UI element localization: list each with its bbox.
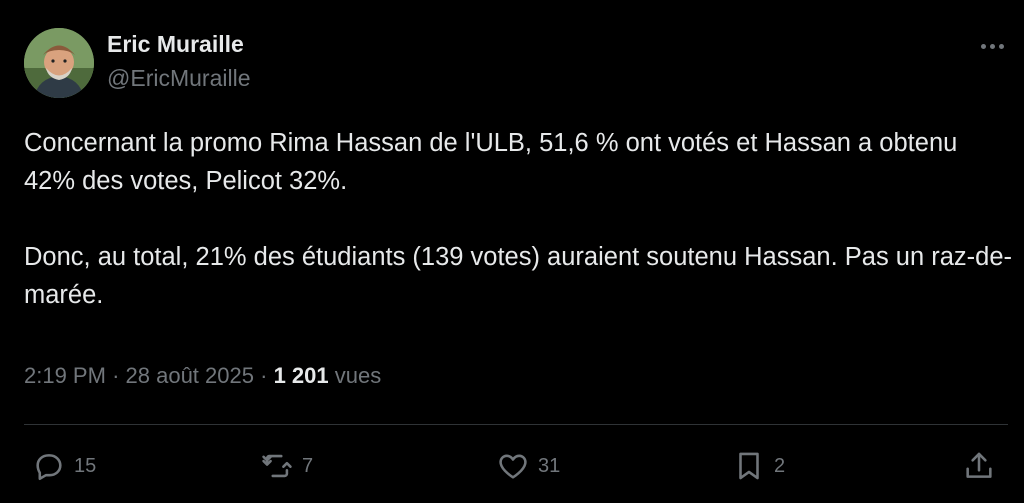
tweet-meta: 2:19 PM · 28 août 2025 · 1 201 vues	[24, 363, 381, 389]
divider	[24, 424, 1008, 425]
reply-icon	[36, 454, 62, 481]
meta-separator: ·	[112, 363, 120, 388]
bookmark-icon	[739, 452, 759, 480]
like-count: 31	[538, 454, 561, 477]
like-button[interactable]: 31	[496, 446, 560, 486]
tweet-paragraph: Donc, au total, 21% des étudiants (139 v…	[24, 243, 1013, 309]
views-label: vues	[334, 363, 382, 388]
tweet-paragraph: Concernant la promo Rima Hassan de l'ULB…	[24, 129, 958, 195]
more-horizontal-icon[interactable]	[972, 28, 1012, 64]
retweet-button[interactable]: 7	[260, 446, 313, 486]
meta-separator: ·	[260, 363, 268, 388]
author-display-name[interactable]: Eric Muraille	[107, 31, 244, 58]
retweet-count: 7	[302, 454, 314, 477]
tweet-time[interactable]: 2:19 PM	[24, 363, 106, 388]
retweet-icon	[262, 454, 292, 478]
bookmark-count: 2	[774, 454, 786, 477]
tweet-card: Eric Muraille @EricMuraille Concernant l…	[0, 0, 1024, 503]
avatar[interactable]	[24, 28, 94, 98]
tweet-text: Concernant la promo Rima Hassan de l'ULB…	[24, 124, 1014, 314]
reply-button[interactable]: 15	[32, 446, 96, 486]
share-icon	[966, 452, 992, 478]
views-count[interactable]: 1 201	[274, 363, 329, 388]
share-button[interactable]	[962, 446, 996, 486]
tweet-date[interactable]: 28 août 2025	[126, 363, 254, 388]
author-handle[interactable]: @EricMuraille	[107, 65, 250, 92]
heart-icon	[499, 454, 527, 479]
bookmark-button[interactable]: 2	[732, 446, 785, 486]
reply-count: 15	[74, 454, 97, 477]
